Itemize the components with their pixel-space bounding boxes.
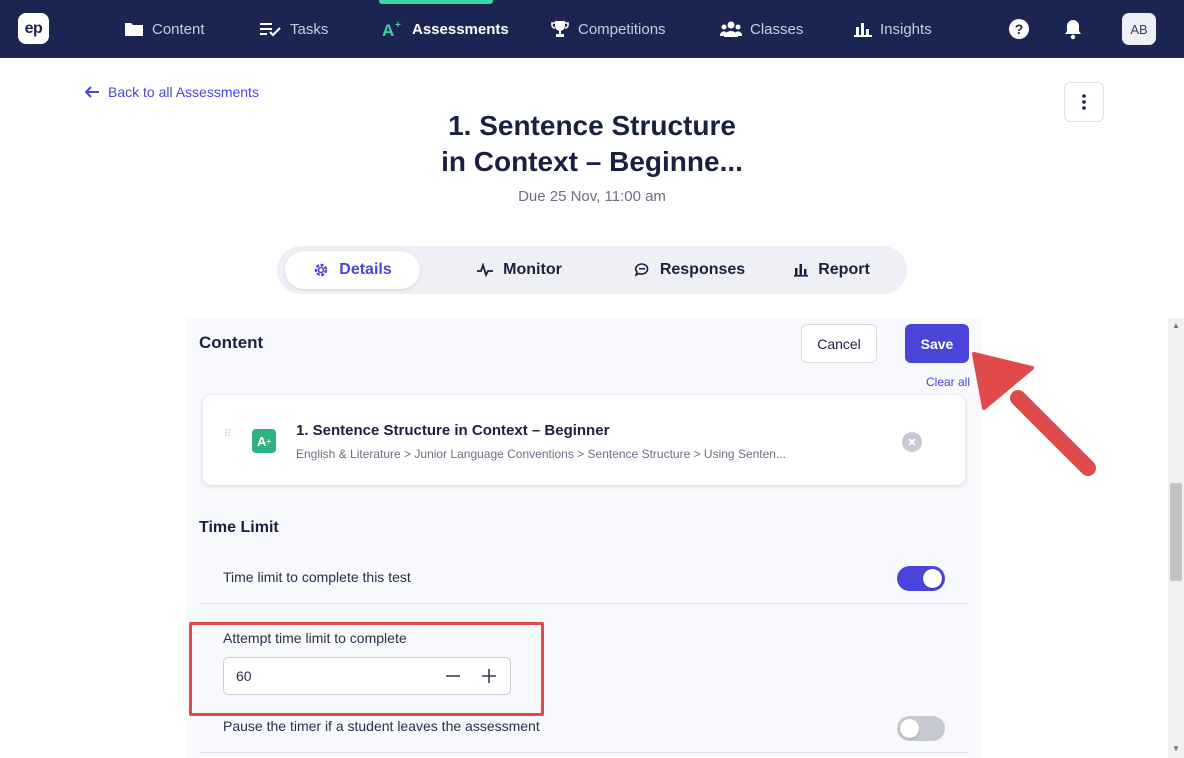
vertical-dots-icon (1082, 94, 1086, 110)
more-options-button[interactable] (1064, 82, 1104, 122)
nav-item-competitions[interactable]: Competitions (550, 0, 666, 58)
time-limit-toggle-label: Time limit to complete this test (223, 569, 411, 585)
ep-logo[interactable]: ep (18, 13, 49, 44)
svg-text:?: ? (1015, 21, 1024, 37)
checklist-icon (260, 21, 282, 37)
tab-label: Responses (659, 261, 746, 278)
scroll-down-arrow[interactable]: ▼ (1171, 743, 1181, 753)
tab-responses[interactable]: Responses (607, 251, 772, 289)
page-title-line2: in Context – Beginne... (441, 146, 743, 177)
plus-icon (482, 669, 496, 683)
bar-chart-icon (854, 21, 872, 37)
clear-all-link[interactable]: Clear all (926, 375, 970, 389)
svg-text:A: A (382, 21, 394, 38)
nav-item-label: Tasks (290, 20, 329, 38)
top-navigation-bar: ep Content Tasks A + Assessments Competit… (0, 0, 1184, 58)
assessment-icon: A + (382, 20, 404, 38)
arrow-left-icon (84, 86, 99, 98)
chat-icon (634, 262, 650, 278)
back-link-label: Back to all Assessments (108, 84, 259, 100)
nav-item-label: Competitions (578, 20, 666, 38)
decrement-button[interactable] (443, 666, 463, 686)
content-item-card (203, 395, 965, 485)
assessment-tabs: Details Monitor Responses Report (277, 246, 907, 294)
nav-item-label: Insights (880, 20, 932, 38)
nav-item-label: Classes (750, 20, 804, 38)
nav-item-content[interactable]: Content (124, 0, 205, 58)
help-icon[interactable]: ? (1007, 17, 1031, 41)
tab-label: Report (818, 261, 870, 278)
svg-text:+: + (395, 20, 401, 31)
cancel-button[interactable]: Cancel (801, 324, 877, 363)
scroll-up-arrow[interactable]: ▲ (1171, 320, 1181, 330)
nav-item-tasks[interactable]: Tasks (260, 0, 328, 58)
folder-icon (124, 21, 144, 37)
bell-icon[interactable] (1061, 17, 1085, 41)
nav-item-classes[interactable]: Classes (720, 0, 803, 58)
attempt-time-limit-value[interactable]: 60 (236, 668, 252, 684)
content-heading: Content (199, 333, 264, 352)
gear-icon (313, 262, 329, 278)
nav-item-label: Assessments (412, 20, 509, 38)
remove-item-button[interactable] (902, 432, 922, 452)
content-item-breadcrumb: English & Literature > Junior Language C… (296, 447, 786, 461)
nav-item-label: Content (152, 20, 205, 38)
back-to-assessments-link[interactable]: Back to all Assessments (84, 84, 259, 100)
bar-chart-icon (794, 263, 809, 277)
pause-timer-toggle[interactable] (897, 716, 945, 741)
drag-handle-icon[interactable]: ⠿ (224, 430, 232, 446)
tab-report[interactable]: Report (782, 251, 882, 289)
close-icon (908, 438, 916, 446)
nav-item-assessments[interactable]: A + Assessments (379, 0, 509, 58)
page-title: 1. Sentence Structure in Context – Begin… (392, 108, 792, 180)
assessment-item-icon: A + (252, 429, 276, 453)
scroll-thumb[interactable] (1170, 483, 1182, 581)
users-icon (720, 21, 742, 37)
page-title-line1: 1. Sentence Structure (448, 110, 736, 141)
red-arrow-annotation (972, 352, 1096, 476)
time-limit-toggle[interactable] (897, 566, 945, 591)
attempt-time-limit-label: Attempt time limit to complete (223, 630, 407, 646)
save-button[interactable]: Save (905, 324, 969, 363)
divider (199, 752, 969, 753)
time-limit-heading: Time Limit (199, 519, 279, 536)
tab-monitor[interactable]: Monitor (447, 251, 592, 289)
tab-label: Monitor (503, 261, 562, 278)
content-item-title: 1. Sentence Structure in Context – Begin… (296, 422, 610, 439)
tab-details[interactable]: Details (285, 251, 420, 289)
nav-item-insights[interactable]: Insights (854, 0, 932, 58)
avatar[interactable]: AB (1122, 13, 1156, 45)
pulse-icon (477, 263, 494, 277)
trophy-icon (550, 19, 570, 39)
pause-timer-label: Pause the timer if a student leaves the … (223, 718, 540, 734)
increment-button[interactable] (479, 666, 499, 686)
minus-icon (446, 675, 460, 677)
tab-label: Details (339, 261, 392, 278)
due-date: Due 25 Nov, 11:00 am (518, 188, 666, 205)
divider (199, 603, 969, 604)
attempt-time-limit-stepper[interactable]: 60 (223, 657, 511, 695)
